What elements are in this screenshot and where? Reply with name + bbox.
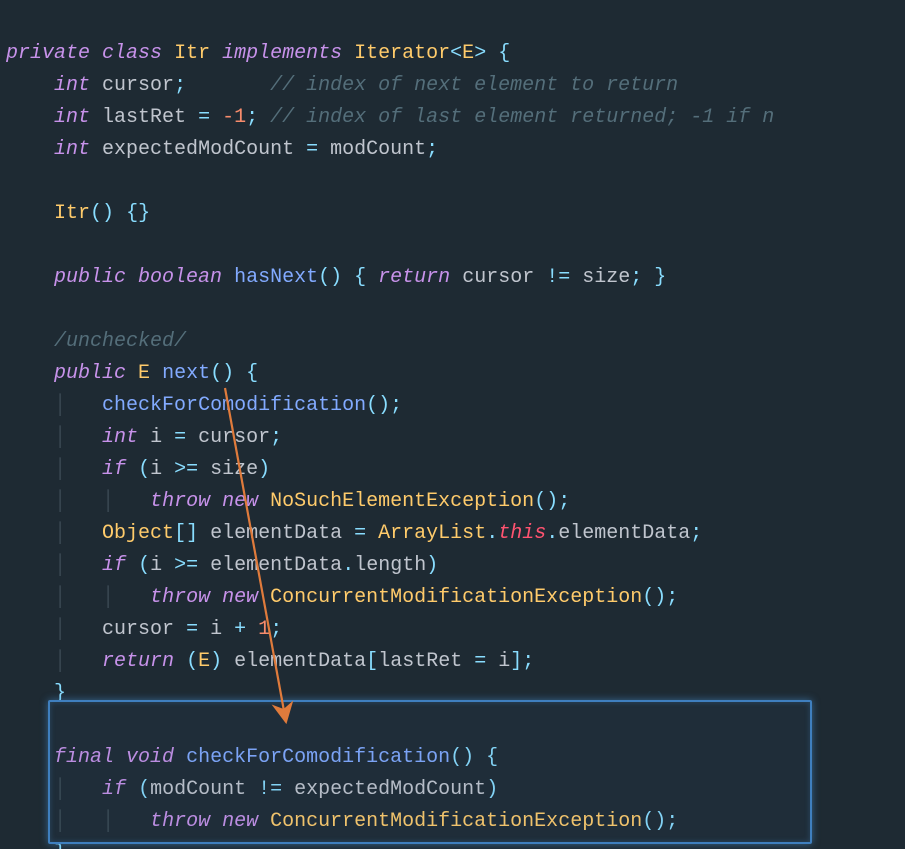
field-cursor: cursor	[102, 74, 174, 97]
field-expected: expectedModCount	[102, 138, 294, 161]
kw-implements: implements	[222, 42, 342, 65]
call-checkforcomod: checkForComodification	[102, 394, 366, 417]
kw-public: public	[54, 266, 126, 289]
ref-modcount: modCount	[330, 138, 426, 161]
kw-int: int	[54, 74, 90, 97]
method-hasnext: hasNext	[234, 266, 318, 289]
code-block: private class Itr implements Iterator<E>…	[0, 0, 905, 849]
kw-this: this	[498, 522, 546, 545]
kw-int: int	[54, 106, 90, 129]
kw-int: int	[54, 138, 90, 161]
kw-final: final	[54, 746, 114, 769]
comment-unchecked: /unchecked/	[54, 330, 186, 353]
type-cme: ConcurrentModificationException	[270, 810, 642, 833]
method-next: next	[162, 362, 210, 385]
comment-lastret: // index of last element returned; -1 if…	[270, 106, 774, 129]
method-checkforcomod: checkForComodification	[186, 746, 450, 769]
literal-neg1: -1	[222, 106, 246, 129]
type-cme: ConcurrentModificationException	[270, 586, 642, 609]
field-lastret: lastRet	[102, 106, 186, 129]
type-nse: NoSuchElementException	[270, 490, 534, 513]
type-param: E	[462, 42, 474, 65]
iface-name: Iterator	[354, 42, 450, 65]
kw-boolean: boolean	[138, 266, 222, 289]
comment-cursor: // index of next element to return	[270, 74, 678, 97]
kw-private: private	[6, 42, 90, 65]
kw-void: void	[126, 746, 174, 769]
class-name: Itr	[174, 42, 210, 65]
kw-class: class	[102, 42, 162, 65]
ctor-name: Itr	[54, 202, 90, 225]
